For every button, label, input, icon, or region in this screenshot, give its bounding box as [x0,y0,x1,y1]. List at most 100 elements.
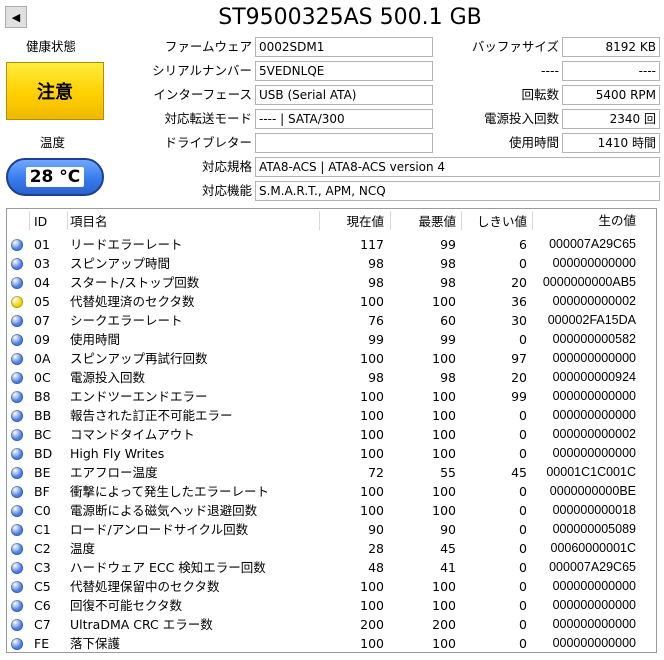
raw-value: 000000000582 [552,332,636,346]
raw-value: 000000000924 [552,370,636,384]
attribute-id: C3 [34,560,51,575]
table-row[interactable]: 03 スピンアップ時間 98 98 0 000000000000 [7,254,656,273]
table-row[interactable]: 0C 電源投入回数 98 98 20 000000000924 [7,368,656,387]
worst-value: 100 [432,598,456,613]
table-row[interactable]: 01 リードエラーレート 117 99 6 000007A29C65 [7,235,656,254]
serial-label: シリアルナンバー [152,63,252,78]
table-row[interactable]: 09 使用時間 99 99 0 000000000582 [7,330,656,349]
drive-letter-label: ドライブレター [164,135,252,150]
worst-value: 100 [432,636,456,651]
table-row[interactable]: C1 ロード/アンロードサイクル回数 90 90 0 000000005089 [7,520,656,539]
current-value: 100 [360,389,384,404]
raw-value: 000000000000 [552,446,636,460]
raw-value: 0000000000BE [549,484,636,498]
worst-value: 90 [440,522,456,537]
status-dot-icon [11,258,23,270]
attribute-name: スピンアップ時間 [70,256,171,271]
status-dot-icon [11,600,23,612]
threshold-value: 6 [519,237,527,252]
attribute-name: シークエラーレート [70,313,183,328]
status-dot-icon [11,239,23,251]
raw-value: 000002FA15DA [547,313,636,327]
temperature-value: 28 °C [25,167,85,187]
attribute-id: 05 [34,294,50,309]
status-dot-icon [11,467,23,479]
attribute-id: C6 [34,598,51,613]
table-row[interactable]: C0 電源断による磁気ヘッド退避回数 100 100 0 000000000018 [7,501,656,520]
header-id[interactable]: ID [34,212,64,231]
rotation-rate-label: 回転数 [521,87,559,102]
attribute-id: FE [34,636,50,651]
header-name[interactable]: 項目名 [70,212,320,231]
raw-value: 00060000001C [550,541,637,555]
status-dot-icon [11,391,23,403]
table-row[interactable]: BE エアフロー温度 72 55 45 00001C1C001C [7,463,656,482]
table-row[interactable]: 07 シークエラーレート 76 60 30 000002FA15DA [7,311,656,330]
temperature-label: 温度 [40,135,66,150]
column-divider [532,211,533,230]
table-row[interactable]: 04 スタート/ストップ回数 98 98 20 0000000000AB5 [7,273,656,292]
worst-value: 55 [440,465,456,480]
threshold-value: 0 [519,446,527,461]
attribute-name: 電源断による磁気ヘッド退避回数 [70,503,258,518]
raw-value: 000000005089 [552,522,636,536]
table-row[interactable]: BF 衝撃によって発生したエラーレート 100 100 0 0000000000BE [7,482,656,501]
temperature-button[interactable]: 28 °C [6,158,104,196]
standard-value: ATA8-ACS | ATA8-ACS version 4 [255,157,660,177]
health-label: 健康状態 [26,39,77,54]
header-threshold[interactable]: しきい値 [461,212,527,231]
table-row[interactable]: C2 温度 28 45 0 00060000001C [7,539,656,558]
threshold-value: 0 [519,256,527,271]
table-row[interactable]: 05 代替処理済のセクタ数 100 100 36 000000000002 [7,292,656,311]
threshold-value: 0 [519,427,527,442]
header-current[interactable]: 現在値 [319,212,384,231]
header-worst[interactable]: 最悪値 [389,212,456,231]
table-row[interactable]: C7 UltraDMA CRC エラー数 200 200 0 000000000000 [7,615,656,634]
worst-value: 100 [432,294,456,309]
current-value: 200 [360,617,384,632]
current-value: 48 [368,560,384,575]
header-raw[interactable]: 生の値 [533,212,636,231]
prev-disk-button[interactable]: ◀ [5,6,27,28]
worst-value: 98 [440,275,456,290]
table-row[interactable]: BB 報告された訂正不可能エラー 100 100 0 000000000000 [7,406,656,425]
table-row[interactable]: C5 代替処理保留中のセクタ数 100 100 0 000000000000 [7,577,656,596]
threshold-value: 0 [519,408,527,423]
status-dot-icon [11,296,23,308]
status-dot-icon [11,524,23,536]
attribute-id: 0A [34,351,51,366]
table-row[interactable]: C6 回復不可能セクタ数 100 100 0 000000000000 [7,596,656,615]
current-value: 76 [368,313,384,328]
table-row[interactable]: B8 エンドツーエンドエラー 100 100 99 000000000000 [7,387,656,406]
table-row[interactable]: C3 ハードウェア ECC 検知エラー回数 48 41 0 000007A29C65 [7,558,656,577]
attribute-id: B8 [34,389,51,404]
current-value: 100 [360,446,384,461]
health-status-button[interactable]: 注意 [6,62,104,120]
attribute-name: コマンドタイムアウト [70,427,195,442]
raw-value: 000000000002 [552,427,636,441]
table-row[interactable]: BC コマンドタイムアウト 100 100 0 000000000002 [7,425,656,444]
current-value: 100 [360,484,384,499]
worst-value: 100 [432,503,456,518]
attribute-id: 09 [34,332,50,347]
current-value: 117 [360,237,384,252]
status-dot-icon [11,562,23,574]
attribute-name: 落下保護 [70,636,121,651]
table-row[interactable]: FE 落下保護 100 100 0 000000000000 [7,634,656,653]
worst-value: 100 [432,351,456,366]
threshold-value: 0 [519,617,527,632]
threshold-value: 97 [511,351,527,366]
buffer-size-label: バッファサイズ [471,39,559,54]
table-row[interactable]: BD High Fly Writes 100 100 0 000000000000 [7,444,656,463]
status-dot-icon [11,372,23,384]
worst-value: 98 [440,256,456,271]
attribute-id: C7 [34,617,51,632]
attribute-name: ロード/アンロードサイクル回数 [70,522,249,537]
attribute-id: 07 [34,313,50,328]
features-value: S.M.A.R.T., APM, NCQ [255,181,660,201]
power-on-count-value: 2340 回 [562,109,660,129]
attribute-name: スタート/ストップ回数 [70,275,200,290]
table-row[interactable]: 0A スピンアップ再試行回数 100 100 97 000000000000 [7,349,656,368]
status-dot-icon [11,410,23,422]
smart-attributes-table[interactable]: ID 項目名 現在値 最悪値 しきい値 生の値 01 リードエラーレート 117 99… [6,208,657,653]
